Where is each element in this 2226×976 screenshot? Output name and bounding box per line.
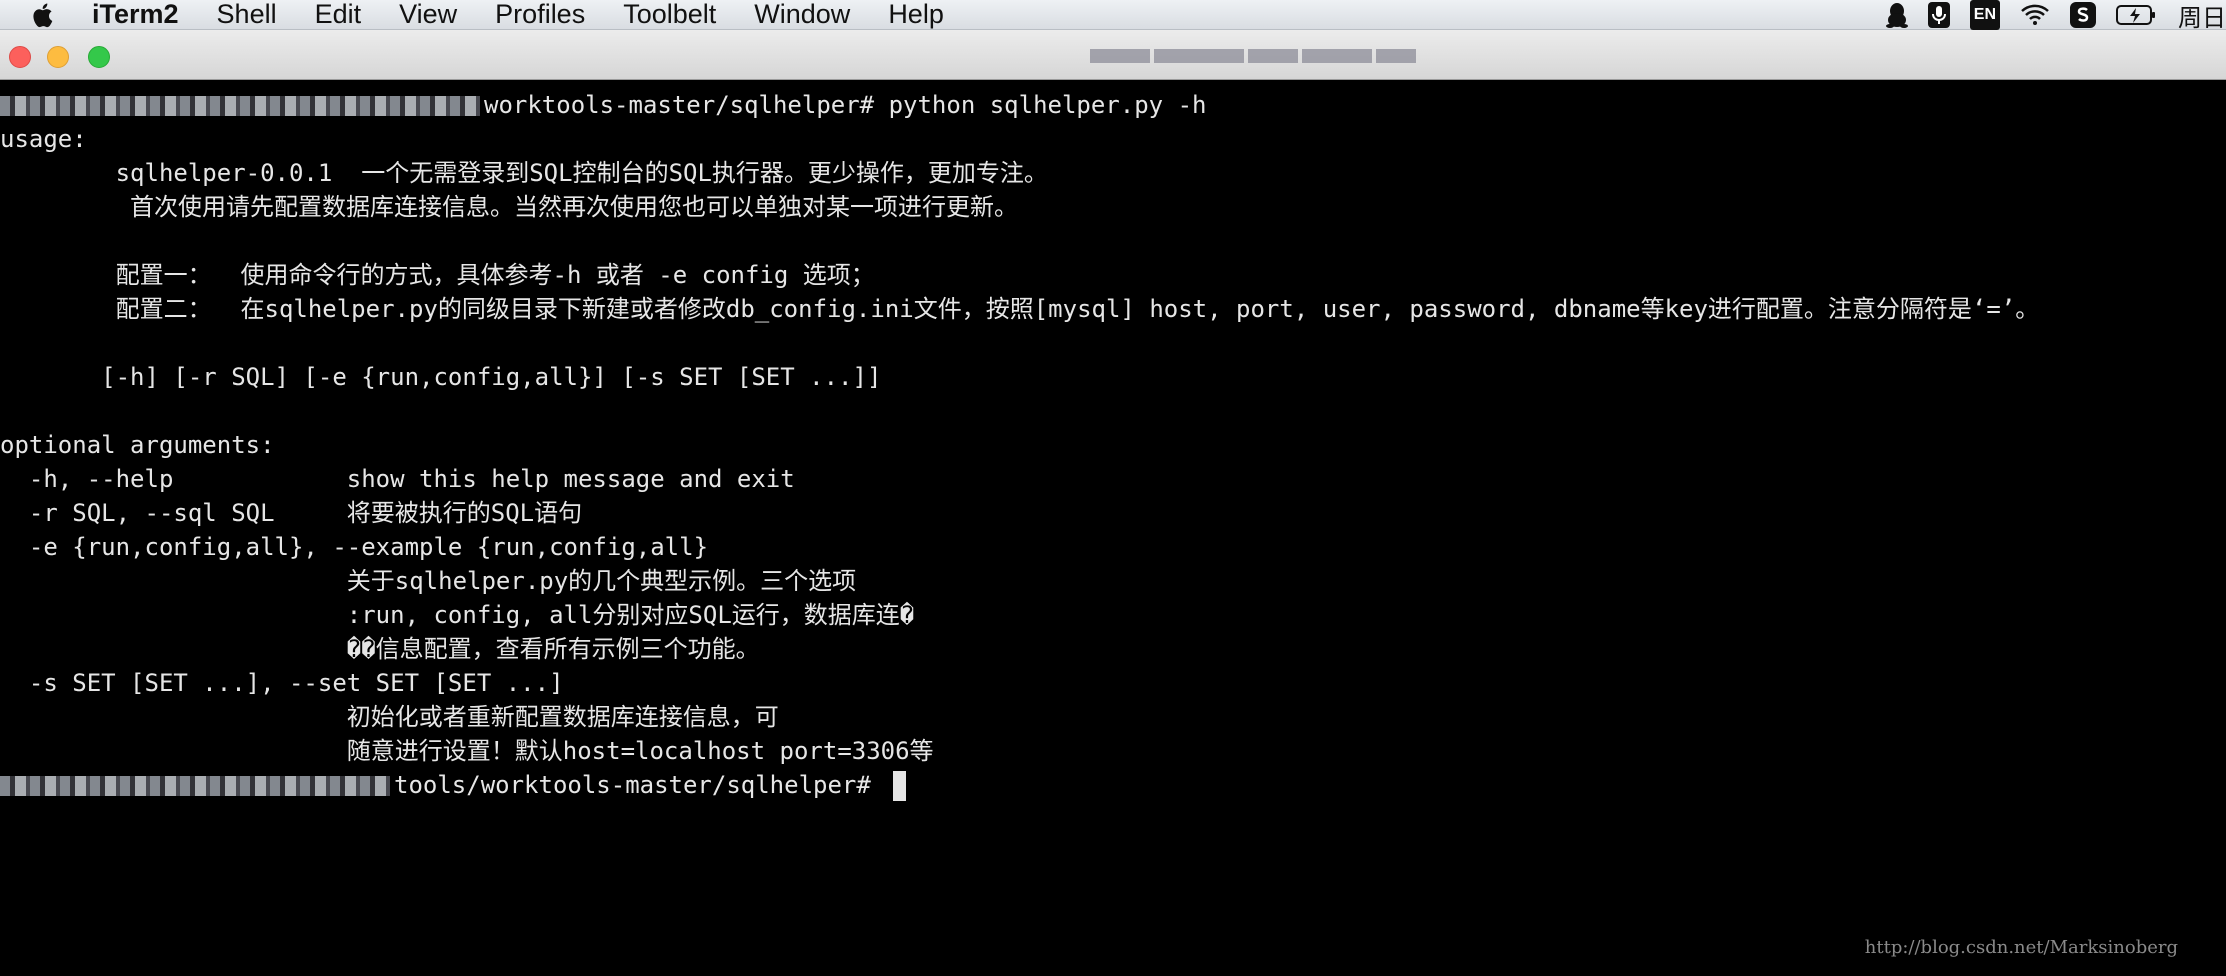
menu-toolbelt[interactable]: Toolbelt [623, 0, 716, 30]
terminal-cursor [893, 771, 907, 801]
terminal-output[interactable]: worktools-master/sqlhelper# python sqlhe… [0, 88, 2226, 976]
terminal-line: -r SQL, --sql SQL 将要被执行的SQL语句 [0, 499, 583, 527]
watermark: http://blog.csdn.net/Marksinoberg [1864, 937, 2178, 958]
status-area: EN 周日 [1866, 0, 2226, 33]
menu-edit[interactable]: Edit [315, 0, 362, 30]
sogou-input-icon[interactable] [2070, 2, 2096, 28]
apple-icon[interactable] [30, 1, 58, 29]
terminal-line: -h, --help show this help message and ex… [0, 465, 795, 493]
menu-profiles[interactable]: Profiles [495, 0, 585, 30]
close-button[interactable] [9, 46, 31, 68]
menu-help[interactable]: Help [888, 0, 944, 30]
terminal-line: :run, config, all分别对应SQL运行，数据库连� [0, 601, 915, 629]
qq-penguin-icon[interactable] [1885, 2, 1908, 28]
zoom-button[interactable] [88, 46, 110, 68]
terminal-line: 配置二： 在sqlhelper.py的同级目录下新建或者修改db_config.… [0, 295, 2040, 323]
terminal-line: 随意进行设置！默认host=localhost port=3306等 [0, 737, 934, 765]
window-titlebar[interactable] [0, 30, 2226, 80]
input-source-badge[interactable]: EN [1969, 0, 2000, 30]
terminal-line: 配置一： 使用命令行的方式，具体参考-h 或者 -e config 选项； [0, 261, 875, 289]
terminal-line-prompt: worktools-master/sqlhelper# python sqlhe… [0, 88, 1206, 122]
menu-window[interactable]: Window [754, 0, 850, 30]
terminal-line: sqlhelper-0.0.1 一个无需登录到SQL控制台的SQL执行器。更少操… [0, 159, 1048, 187]
terminal-line: 首次使用请先配置数据库连接信息。当然再次使用您也可以单独对某一项进行更新。 [0, 193, 1019, 221]
battery-charging-icon[interactable] [2116, 2, 2158, 28]
wifi-icon[interactable] [2020, 2, 2050, 28]
minimize-button[interactable] [47, 46, 69, 68]
redacted-path [0, 96, 480, 116]
redacted-path [0, 776, 390, 796]
terminal-line: ��信息配置，查看所有示例三个功能。 [0, 635, 760, 663]
window-title-redacted [1090, 44, 1460, 68]
terminal-line-current-prompt: tools/worktools-master/sqlhelper# [0, 768, 907, 802]
terminal-line: [-h] [-r SQL] [-e {run,config,all}] [-s … [0, 363, 882, 391]
terminal-line: 初始化或者重新配置数据库连接信息，可 [0, 703, 779, 731]
menu-shell[interactable]: Shell [217, 0, 277, 30]
menu-app-name[interactable]: iTerm2 [92, 0, 179, 30]
terminal-line: usage: [0, 125, 87, 153]
terminal-line: 关于sqlhelper.py的几个典型示例。三个选项 [0, 567, 857, 595]
menu-view[interactable]: View [399, 0, 457, 30]
terminal-line: -e {run,config,all}, --example {run,conf… [0, 533, 709, 561]
terminal-line: optional arguments: [0, 431, 275, 459]
clock[interactable]: 周日 [2178, 0, 2226, 33]
microphone-icon[interactable] [1927, 2, 1950, 28]
menu-bar: iTerm2 Shell Edit View Profiles Toolbelt… [0, 0, 2226, 33]
terminal-line: -s SET [SET ...], --set SET [SET ...] [0, 669, 564, 697]
